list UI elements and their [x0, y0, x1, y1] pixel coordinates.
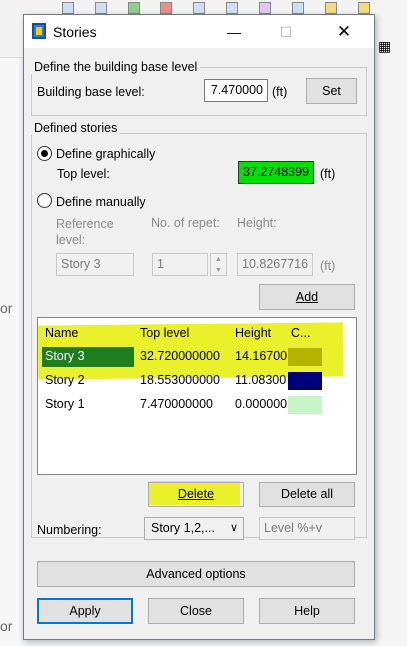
reference-level-label: Reference level: — [56, 217, 114, 247]
app-icon — [32, 23, 46, 39]
spin-down-icon: ▼ — [215, 267, 222, 274]
row-top-level: 32.720000000 — [140, 349, 220, 363]
close-icon[interactable]: ✕ — [324, 19, 364, 45]
advanced-options-button[interactable]: Advanced options — [37, 561, 355, 587]
table-row-story-2[interactable]: Story 2 18.553000000 11.08300 — [38, 370, 356, 392]
dialog-title: Stories — [53, 24, 97, 40]
column-header-name[interactable]: Name — [45, 326, 78, 340]
add-button[interactable]: Add — [259, 284, 355, 310]
background-side-text: or — [0, 300, 13, 316]
chevron-down-icon: ∨ — [229, 522, 238, 534]
level-format-input: Level %+v — [259, 517, 355, 540]
define-manually-label[interactable]: Define manually — [56, 195, 146, 209]
row-color-swatch[interactable] — [288, 396, 322, 414]
top-level-label: Top level: — [57, 167, 110, 181]
background-left-panel — [0, 58, 20, 646]
row-name: Story 2 — [45, 373, 85, 387]
base-level-label: Building base level: — [37, 85, 145, 99]
numbering-label: Numbering: — [37, 523, 102, 537]
set-button[interactable]: Set — [306, 78, 357, 104]
help-button[interactable]: Help — [259, 598, 355, 624]
defined-stories-group-label: Defined stories — [31, 121, 121, 135]
row-name: Story 3 — [45, 349, 85, 363]
height-unit: (ft) — [320, 259, 336, 273]
toolbar-tool-icon[interactable] — [62, 2, 74, 14]
top-level-field[interactable]: 37.2748399 — [238, 161, 314, 184]
column-header-top-level[interactable]: Top level — [140, 326, 189, 340]
row-top-level: 7.470000000 — [140, 397, 213, 411]
row-height: 11.08300 — [235, 373, 287, 387]
close-button[interactable]: Close — [148, 598, 244, 624]
height-label: Height: — [237, 216, 277, 230]
row-color-swatch[interactable] — [288, 348, 322, 366]
maximize-icon: ☐ — [279, 24, 293, 40]
toolbar-tool-icon[interactable] — [226, 2, 238, 14]
define-graphically-label[interactable]: Define graphically — [56, 147, 155, 161]
toolbar-tool-icon[interactable] — [128, 2, 140, 14]
reference-level-select: Story 3 — [56, 253, 134, 276]
minimize-icon[interactable]: — — [214, 19, 254, 45]
title-bar[interactable]: Stories — ☐ ✕ — [24, 15, 374, 48]
base-level-input[interactable]: 7.470000 — [204, 79, 268, 102]
table-row-story-1[interactable]: Story 1 7.470000000 0.000000 — [38, 394, 356, 416]
background-side-text: or — [0, 618, 13, 634]
define-graphically-radio[interactable] — [37, 146, 52, 161]
top-level-unit: (ft) — [320, 167, 336, 181]
background-right-panel — [375, 0, 407, 646]
repeat-input: 1 — [152, 253, 208, 276]
apply-button[interactable]: Apply — [37, 598, 133, 624]
row-color-swatch[interactable] — [288, 372, 322, 390]
toolbar-tool-icon[interactable] — [193, 2, 205, 14]
repeat-spinner: ▲ ▼ — [210, 253, 227, 276]
numbering-value: Story 1,2,... — [151, 521, 215, 535]
numbering-select[interactable]: Story 1,2,... ∨ — [144, 517, 244, 540]
define-manually-radio[interactable] — [37, 193, 52, 208]
stories-table[interactable]: Name Top level Height C... Story 3 32.72… — [37, 317, 357, 475]
base-level-group-label: Define the building base level — [31, 60, 201, 74]
table-row-story-3[interactable]: Story 3 32.720000000 14.16700 — [38, 346, 356, 368]
row-top-level: 18.553000000 — [140, 373, 220, 387]
base-level-unit: (ft) — [272, 85, 288, 99]
toolbar-tool-icon[interactable] — [160, 2, 172, 14]
toolbar-tool-icon[interactable] — [259, 2, 271, 14]
delete-button[interactable]: Delete — [148, 482, 244, 507]
repeat-label: No. of repet: — [151, 216, 220, 230]
row-height: 14.16700 — [235, 349, 288, 363]
delete-all-button[interactable]: Delete all — [259, 482, 355, 507]
stories-dialog: Stories — ☐ ✕ Define the building base l… — [23, 14, 375, 640]
row-name: Story 1 — [45, 397, 85, 411]
ruler-icon[interactable]: ▦ — [378, 38, 391, 55]
height-input: 10.8267716 — [237, 253, 313, 276]
row-height: 0.000000 — [235, 397, 288, 411]
toolbar-tool-icon[interactable] — [358, 2, 370, 14]
toolbar-tool-icon[interactable] — [292, 2, 304, 14]
toolbar-tool-icon[interactable] — [95, 2, 107, 14]
column-header-height[interactable]: Height — [235, 326, 271, 340]
toolbar-tool-icon[interactable] — [325, 2, 337, 14]
column-header-color[interactable]: C... — [291, 326, 310, 340]
spin-up-icon: ▲ — [215, 256, 222, 263]
